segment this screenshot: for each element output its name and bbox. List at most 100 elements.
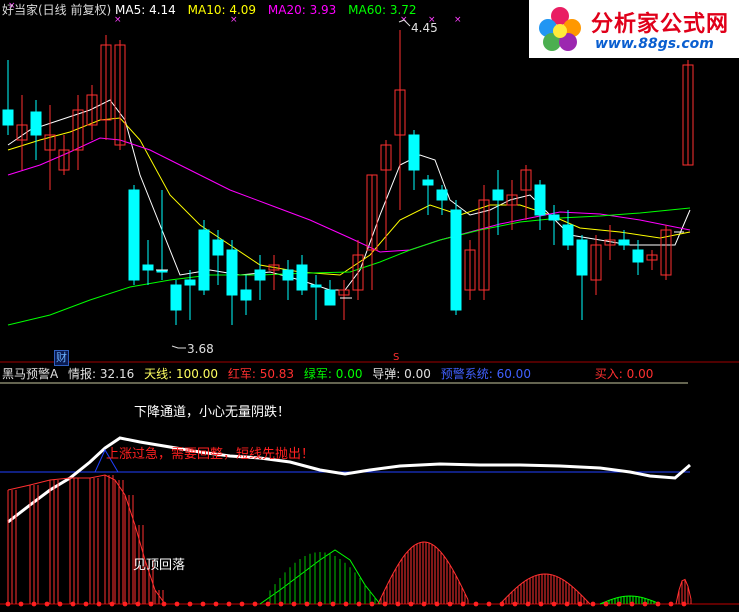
candle-body: [142, 264, 154, 271]
baseline-dot: [200, 601, 206, 607]
downtrend-note: 下降通道，小心无量阴跌！: [134, 405, 291, 420]
candle-body: [128, 189, 140, 281]
baseline-dot: [577, 601, 583, 607]
candle-body: [534, 184, 546, 216]
baseline-dot: [330, 601, 336, 607]
baseline-dot: [226, 601, 232, 607]
baseline-dot: [512, 601, 518, 607]
qingbao-label: 情报:: [68, 367, 97, 381]
candle-body: [562, 224, 574, 246]
baseline-dot: [655, 601, 661, 607]
baseline-dot: [252, 601, 258, 607]
ma60-label: MA60:: [348, 3, 387, 17]
baseline-dot: [356, 601, 362, 607]
baseline-dot: [538, 601, 544, 607]
indicator-header: 黑马预警A 情报: 32.16 天线: 100.00 红军: 50.83 绿军:…: [2, 367, 653, 381]
overheat-note: 上涨过急，需要回整，短线先抛出！: [106, 447, 315, 462]
logo-url: www.88gs.com: [595, 36, 714, 52]
baseline-dot: [187, 601, 193, 607]
high-price-label: 4.45: [411, 21, 438, 35]
baseline-dot: [148, 601, 154, 607]
daodan-label: 导弹:: [372, 367, 401, 381]
stock-title: 好当家(日线 前复权): [2, 3, 112, 17]
candle-body: [184, 279, 196, 286]
baseline-dot: [369, 601, 375, 607]
s-marker: S: [393, 352, 400, 363]
flower-logo-icon: [539, 7, 581, 51]
baseline-dot: [668, 601, 674, 607]
tianxian-value: 100.00: [175, 367, 218, 381]
candle-body: [436, 189, 448, 201]
yujing-value: 60.00: [496, 367, 531, 381]
baseline-dot: [83, 601, 89, 607]
baseline-dot: [564, 601, 570, 607]
baseline-dot: [122, 601, 128, 607]
logo-main-text: 分析家公式网: [591, 12, 730, 37]
baseline-dot: [447, 601, 453, 607]
baseline-dot: [382, 601, 388, 607]
finance-tag[interactable]: 财: [54, 350, 69, 366]
baseline-dot: [473, 601, 479, 607]
low-price-label: 3.68: [187, 342, 214, 356]
candle-body: [198, 229, 210, 291]
candle-body: [170, 284, 182, 311]
baseline-dot: [291, 601, 297, 607]
indicator-name: 黑马预警A: [2, 367, 59, 381]
hongjun-label: 红军:: [227, 367, 256, 381]
ma20-label: MA20:: [267, 3, 306, 17]
candle-body: [2, 109, 14, 126]
baseline-dot: [590, 601, 596, 607]
tianxian-label: 天线:: [144, 367, 173, 381]
baseline-dot: [57, 601, 63, 607]
candle-body: [408, 134, 420, 171]
baseline-dot: [96, 601, 102, 607]
baseline-dot: [70, 601, 76, 607]
baseline-dot: [304, 601, 310, 607]
ma5-label: MA5:: [115, 3, 146, 17]
top-marker: ×: [454, 15, 462, 25]
lvjun-label: 绿军:: [303, 367, 332, 381]
site-logo: 分析家公式网 www.88gs.com: [529, 0, 739, 58]
yujing-label: 预警系统:: [440, 367, 493, 381]
baseline-dot: [616, 601, 622, 607]
baseline-dot: [213, 601, 219, 607]
candle-body: [632, 249, 644, 263]
baseline-dot: [460, 601, 466, 607]
baseline-dot: [109, 601, 115, 607]
baseline-dot: [525, 601, 531, 607]
ma5-value: 4.14: [149, 3, 176, 17]
baseline-dot: [642, 601, 648, 607]
candle-body: [240, 289, 252, 301]
daodan-value: 0.00: [404, 367, 431, 381]
mairu-label: 买入:: [594, 367, 623, 381]
candle-body: [296, 264, 308, 291]
baseline-dot: [5, 601, 11, 607]
baseline-dot: [421, 601, 427, 607]
baseline-dot: [603, 601, 609, 607]
baseline-dot: [317, 601, 323, 607]
baseline-dot: [265, 601, 271, 607]
baseline-dot: [278, 601, 284, 607]
kline-chart[interactable]: ×××××××: [0, 0, 739, 612]
baseline-dot: [499, 601, 505, 607]
baseline-dot: [434, 601, 440, 607]
baseline-dot: [31, 601, 37, 607]
baseline-dot: [629, 601, 635, 607]
baseline-dot: [551, 601, 557, 607]
ma10-label: MA10:: [187, 3, 226, 17]
candle-body: [422, 179, 434, 186]
main-header: 好当家(日线 前复权) MA5: 4.14 MA10: 4.09 MA20: 3…: [2, 3, 417, 17]
candle-body: [282, 269, 294, 281]
candle-body: [450, 209, 462, 311]
baseline-dot: [395, 601, 401, 607]
hongjun-value: 50.83: [259, 367, 295, 381]
candle-body: [212, 239, 224, 256]
candle-body: [324, 289, 336, 306]
candle-body: [548, 214, 560, 221]
candle-body: [30, 111, 42, 136]
lvjun-value: 0.00: [335, 367, 363, 381]
baseline-dot: [44, 601, 50, 607]
baseline-dot: [681, 601, 687, 607]
top-fall-note: 见顶回落: [133, 558, 186, 573]
ma10-value: 4.09: [229, 3, 257, 17]
